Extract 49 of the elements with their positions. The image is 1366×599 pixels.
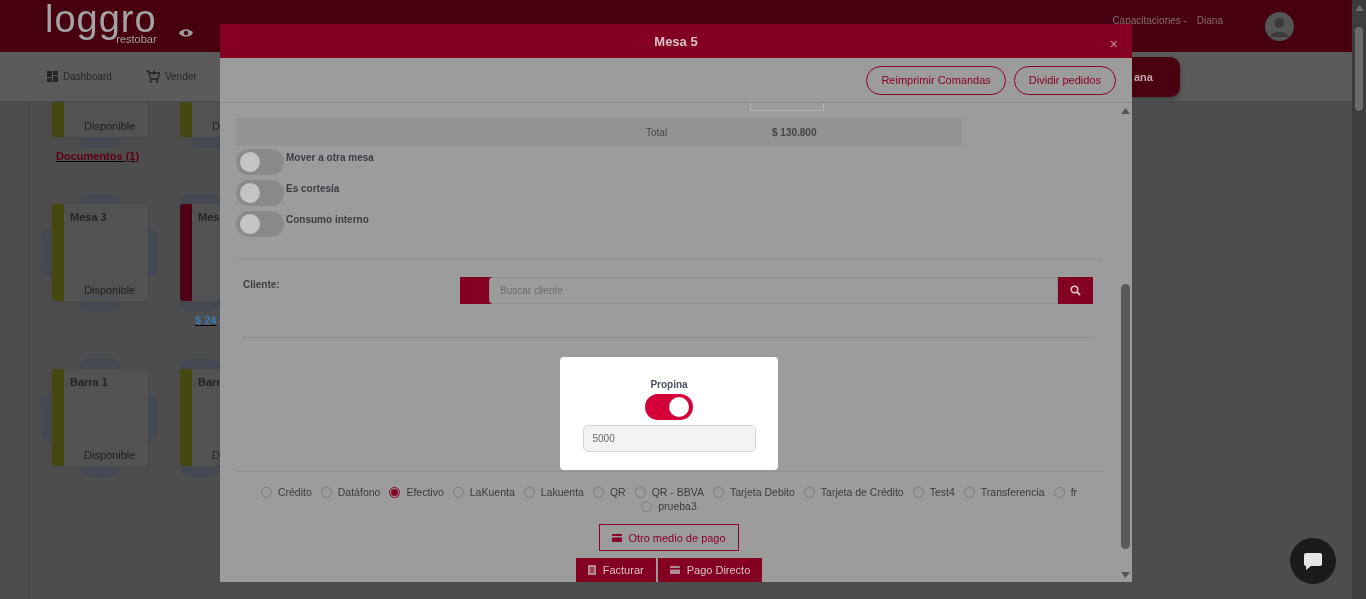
primary-button[interactable]: Pago Directo <box>657 558 763 582</box>
scroll-down-icon[interactable] <box>1120 572 1130 578</box>
scroll-thumb[interactable] <box>1355 27 1363 111</box>
payment-option[interactable]: QR - BBVA <box>634 486 705 498</box>
toggle-switch[interactable] <box>645 394 693 420</box>
input-field[interactable] <box>750 103 824 111</box>
primary-button[interactable]: Facturar <box>575 558 656 582</box>
payment-option[interactable]: Datáfono <box>320 486 381 498</box>
payment-option[interactable]: QR <box>592 486 626 498</box>
modal-title: Mesa 5 <box>654 33 698 49</box>
toggle-switch[interactable] <box>236 211 284 237</box>
payment-option[interactable]: LaKuenta <box>452 486 515 498</box>
company-name: Capacitaciones - <box>1112 14 1187 26</box>
chair-drawing <box>192 137 220 148</box>
option-label: Mover a otra mesa <box>286 152 374 163</box>
payment-option[interactable]: Tarjeta de Crédito <box>803 486 904 498</box>
dashboard-icon <box>47 71 58 82</box>
card-icon <box>669 566 680 574</box>
tip-title: Propina <box>650 379 688 390</box>
chat-icon <box>1302 551 1324 571</box>
user-name[interactable]: Diana <box>1196 14 1223 26</box>
toggle-switch[interactable] <box>236 149 284 175</box>
other-payment-button[interactable]: Otro medio de pago <box>599 524 739 551</box>
payment-option[interactable]: fr <box>1053 486 1078 498</box>
cart-icon <box>145 70 160 83</box>
document-icon <box>587 565 596 575</box>
payment-option[interactable]: Test4 <box>912 486 955 498</box>
tip-input[interactable]: 5000 <box>582 425 756 452</box>
payment-option[interactable]: Tarjeta Debito <box>713 486 795 498</box>
scroll-up-icon[interactable] <box>1354 5 1364 11</box>
eye-icon[interactable] <box>178 28 193 38</box>
option-label: Consumo interno <box>286 214 369 225</box>
toggle-switch[interactable] <box>236 180 284 206</box>
option-label: Es cortesía <box>286 183 340 194</box>
total-value: $ 130.800 <box>772 126 817 138</box>
payment-option[interactable]: Transferencia <box>963 486 1045 498</box>
scroll-up-icon[interactable] <box>1120 108 1130 114</box>
payment-option[interactable]: Lakuenta <box>523 486 584 498</box>
close-button[interactable]: × <box>1109 37 1118 51</box>
payment-option[interactable]: prueba3 <box>641 500 697 512</box>
payment-option[interactable]: Efectivo <box>389 486 444 498</box>
chat-button[interactable] <box>1290 538 1336 584</box>
payment-option[interactable]: Crédito <box>260 486 312 498</box>
card-icon <box>612 533 623 542</box>
avatar-icon[interactable] <box>1265 11 1294 41</box>
field-label: Cliente: <box>243 278 281 290</box>
search-icon <box>1070 285 1081 296</box>
total-label: Total <box>646 126 669 138</box>
action-button[interactable]: ana <box>1132 56 1180 97</box>
